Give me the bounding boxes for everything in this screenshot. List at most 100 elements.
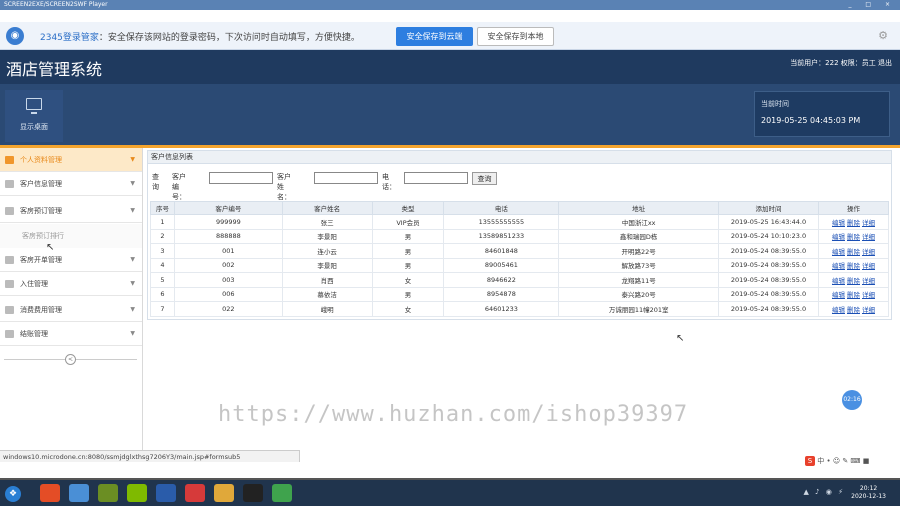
delete-link[interactable]: 删除 [847, 277, 860, 285]
table-cell: 8946622 [443, 272, 560, 288]
customer-name-label: 客户姓名： [277, 173, 291, 201]
chevron-down-icon: ▼ [130, 156, 135, 163]
sidebar-subitem-booking-rank[interactable]: 客房预订排行 [0, 224, 142, 248]
document-icon [5, 280, 14, 288]
detail-link[interactable]: 详细 [862, 306, 875, 314]
table-cell: 2019-05-24 08:39:55.0 [718, 243, 819, 259]
current-time-label: 当前时间 [761, 100, 789, 108]
edit-link[interactable]: 编辑 [832, 233, 845, 241]
detail-link[interactable]: 详细 [862, 248, 875, 256]
app-header: 酒店管理系统 当前用户：222 权限：员工 退出 [0, 50, 900, 84]
table-cell: 6 [150, 286, 175, 302]
clock-date: 2020-12-13 [851, 493, 886, 500]
table-cell: VIP会员 [371, 214, 445, 230]
taskbar-clock[interactable]: 20:12 2020-12-13 [851, 485, 886, 501]
taskbar-app-icon[interactable] [214, 484, 234, 502]
edit-link[interactable]: 编辑 [832, 219, 845, 227]
edit-link[interactable]: 编辑 [832, 277, 845, 285]
taskbar-app-icon[interactable] [185, 484, 205, 502]
user-info[interactable]: 当前用户：222 权限：员工 退出 [790, 58, 892, 68]
status-url: windows10.microdone.cn:8080/ssmjdglxthsg… [0, 450, 300, 462]
sidebar-item-consumption[interactable]: 消费费用管理 ▼ [0, 298, 142, 322]
taskbar-app-icon[interactable] [156, 484, 176, 502]
row-actions: 编辑 删除 详细 [817, 228, 890, 244]
table-cell: 84601848 [443, 243, 560, 259]
recording-timer-badge[interactable]: 02:16 [842, 390, 862, 410]
window-titlebar: SCREEN2EXE/SCREEN2SWF Player _ □ × [0, 0, 900, 10]
delete-link[interactable]: 删除 [847, 219, 860, 227]
collapse-icon[interactable]: < [65, 354, 76, 365]
sidebar-item-room-open[interactable]: 客房开单管理 ▼ [0, 248, 142, 272]
delete-link[interactable]: 删除 [847, 262, 860, 270]
table-cell: 慕依洁 [281, 286, 373, 302]
detail-link[interactable]: 详细 [862, 233, 875, 241]
sidebar: 个人资料管理 ▼ 客户信息管理 ▼ 客房预订管理 ▼ 客房预订排行 客房开单管理… [0, 148, 143, 453]
sidebar-item-checkout[interactable]: 结账管理 ▼ [0, 322, 142, 346]
system-tray-icons[interactable]: ▲ ♪ ◉ ⚡ [803, 488, 845, 496]
sidebar-item-customers[interactable]: 客户信息管理 ▼ [0, 172, 142, 196]
detail-link[interactable]: 详细 [862, 277, 875, 285]
minimize-button[interactable]: _ [848, 1, 857, 8]
edit-link[interactable]: 编辑 [832, 262, 845, 270]
table-cell: 2019-05-25 16:43:44.0 [718, 214, 819, 230]
table-cell: 李景阳 [281, 228, 373, 244]
delete-link[interactable]: 删除 [847, 233, 860, 241]
table-cell: 男 [371, 286, 445, 302]
windows-start-icon[interactable]: ❖ [5, 486, 21, 502]
section-title: 客户信息列表 [148, 151, 891, 164]
col-header: 操作 [817, 201, 890, 215]
table-cell: 002 [173, 257, 283, 273]
sidebar-item-profile[interactable]: 个人资料管理 ▼ [0, 148, 142, 172]
delete-link[interactable]: 删除 [847, 248, 860, 256]
col-header: 客户编号 [173, 201, 283, 215]
folder-icon [5, 180, 14, 188]
maximize-button[interactable]: □ [865, 1, 877, 8]
gear-icon[interactable]: ⚙ [878, 29, 888, 42]
detail-link[interactable]: 详细 [862, 291, 875, 299]
close-button[interactable]: × [885, 1, 896, 8]
save-to-local-button[interactable]: 安全保存到本地 [477, 27, 554, 46]
delete-link[interactable]: 删除 [847, 306, 860, 314]
taskbar-app-icon[interactable] [127, 484, 147, 502]
search-button[interactable]: 查询 [472, 172, 497, 185]
table-row: 5 003 肖西女 8946622 龙翔路11号 2019-05-24 08:39:55.… [150, 272, 890, 288]
table-cell: 女 [371, 272, 445, 288]
table-cell: 鑫和瑞园D栋 [558, 228, 720, 244]
app-title: 酒店管理系统 [6, 60, 103, 79]
taskbar-app-icon[interactable] [69, 484, 89, 502]
save-to-cloud-button[interactable]: 安全保存到云端 [396, 27, 473, 46]
table-row: 2 888888 李景阳男 13589851233 鑫和瑞园D栋 2019-05-24 1… [150, 228, 890, 244]
detail-link[interactable]: 详细 [862, 219, 875, 227]
customer-name-input[interactable] [314, 172, 378, 184]
taskbar-app-icon[interactable] [243, 484, 263, 502]
sidebar-item-label: 客房开单管理 [20, 256, 62, 264]
taskbar-app-icon[interactable] [40, 484, 60, 502]
edit-link[interactable]: 编辑 [832, 248, 845, 256]
sidebar-item-label: 客户信息管理 [20, 180, 62, 188]
ime-toolbar[interactable]: S 中 • ☺ ✎ ⌨ ■ [805, 456, 897, 469]
table-row: 3 001 连小云男 84601848 开明路22号 2019-05-24 08:39:5… [150, 243, 890, 259]
table-cell: 李景阳 [281, 257, 373, 273]
mouse-cursor-icon: ↖ [676, 333, 685, 344]
phone-input[interactable] [404, 172, 468, 184]
table-cell: 男 [371, 228, 445, 244]
show-desktop-tile[interactable]: 显示桌面 [5, 90, 63, 142]
edit-link[interactable]: 编辑 [832, 291, 845, 299]
customer-id-input[interactable] [209, 172, 273, 184]
edit-link[interactable]: 编辑 [832, 306, 845, 314]
table-cell: 003 [173, 272, 283, 288]
table-cell: 3 [150, 243, 175, 259]
sidebar-item-booking[interactable]: 客房预订管理 ▼ [0, 199, 142, 223]
chevron-down-icon: ▼ [130, 330, 135, 337]
customer-id-label: 客户编号： [172, 173, 186, 201]
row-actions: 编辑 删除 详细 [817, 214, 890, 230]
table-row: 6 006 慕依洁男 8954878 泰兴路20号 2019-05-24 08:39:55… [150, 286, 890, 302]
delete-link[interactable]: 删除 [847, 291, 860, 299]
watermark-text: https://www.huzhan.com/ishop39397 [218, 402, 689, 427]
table-cell: 2019-05-24 10:10:23.0 [718, 228, 819, 244]
taskbar-app-icon[interactable] [98, 484, 118, 502]
detail-link[interactable]: 详细 [862, 262, 875, 270]
sidebar-item-checkin[interactable]: 入住管理 ▼ [0, 272, 142, 296]
taskbar-app-icon[interactable] [272, 484, 292, 502]
table-cell: 006 [173, 286, 283, 302]
